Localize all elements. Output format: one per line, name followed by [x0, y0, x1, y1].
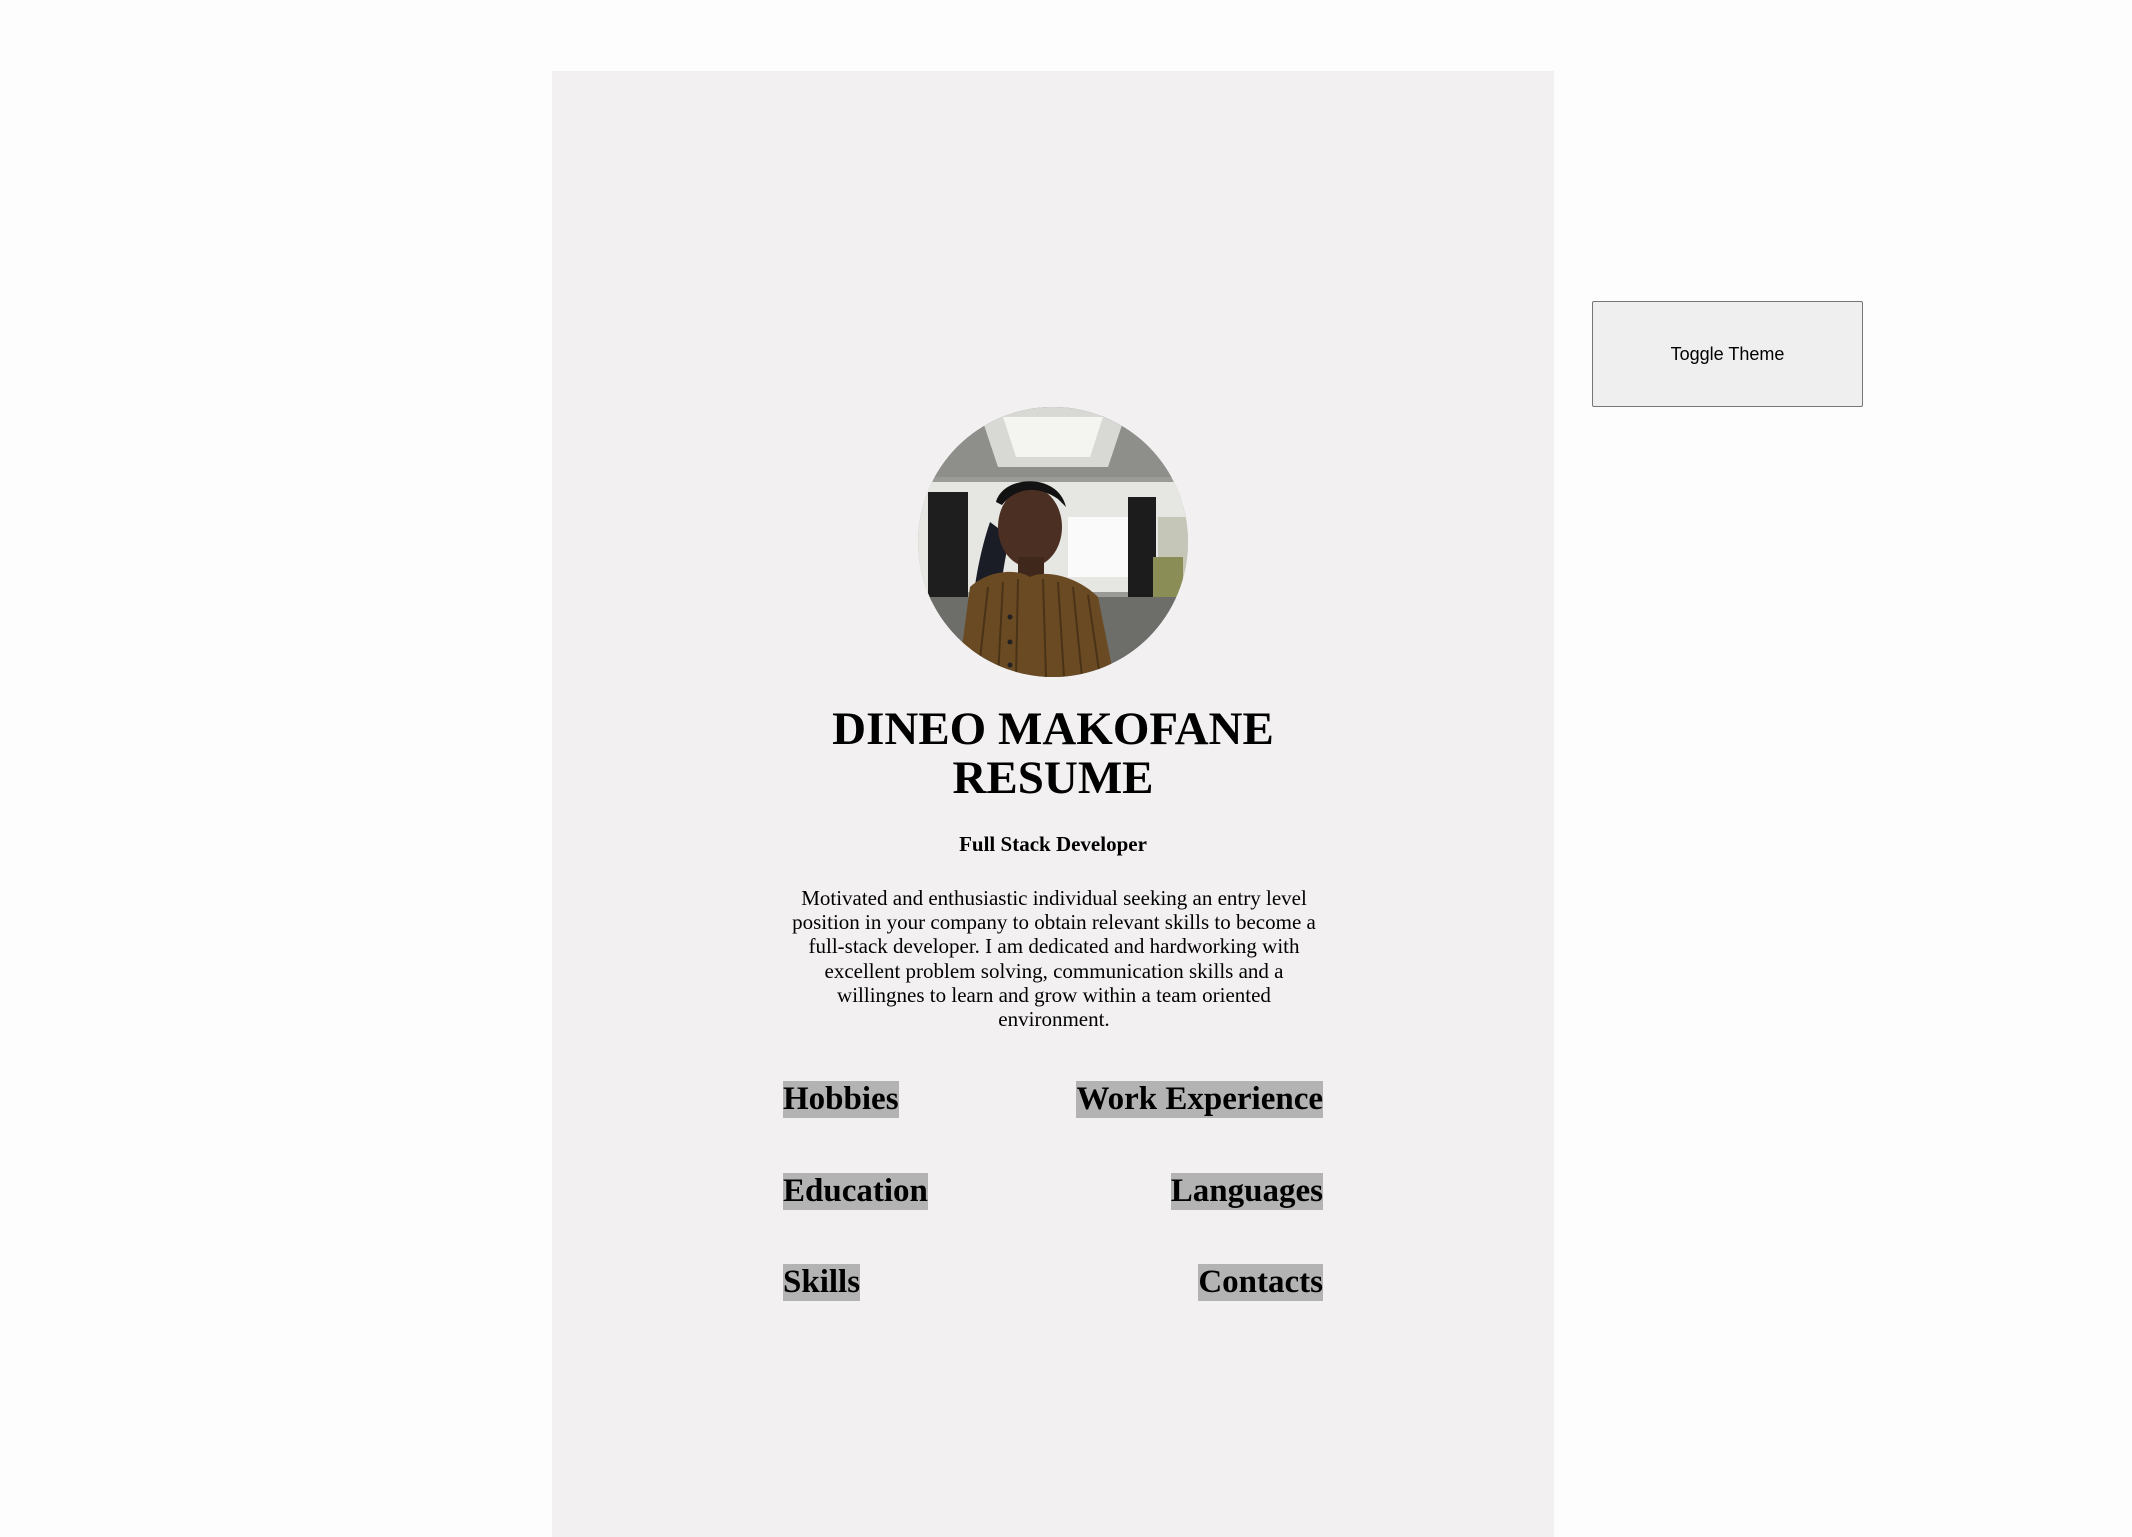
- resume-title-name: DINEO MAKOFANE: [832, 703, 1274, 755]
- section-skills[interactable]: Skills: [783, 1264, 861, 1301]
- section-languages[interactable]: Languages: [1170, 1173, 1323, 1210]
- resume-title-word: RESUME: [952, 752, 1154, 804]
- profile-summary: Motivated and enthusiastic individual se…: [792, 886, 1316, 1032]
- profile-photo-image: [918, 407, 1188, 677]
- section-contacts[interactable]: Contacts: [1198, 1264, 1323, 1301]
- page: DINEO MAKOFANE RESUME Full Stack Develop…: [0, 0, 2132, 1537]
- resume-card: DINEO MAKOFANE RESUME Full Stack Develop…: [552, 71, 1554, 1537]
- resume-title: DINEO MAKOFANE RESUME: [552, 705, 1554, 803]
- job-title: Full Stack Developer: [959, 832, 1147, 856]
- section-education[interactable]: Education: [783, 1173, 928, 1210]
- profile-photo: [918, 407, 1188, 677]
- section-work-experience[interactable]: Work Experience: [1076, 1081, 1323, 1118]
- section-hobbies[interactable]: Hobbies: [783, 1081, 899, 1118]
- toggle-theme-button[interactable]: Toggle Theme: [1592, 301, 1863, 407]
